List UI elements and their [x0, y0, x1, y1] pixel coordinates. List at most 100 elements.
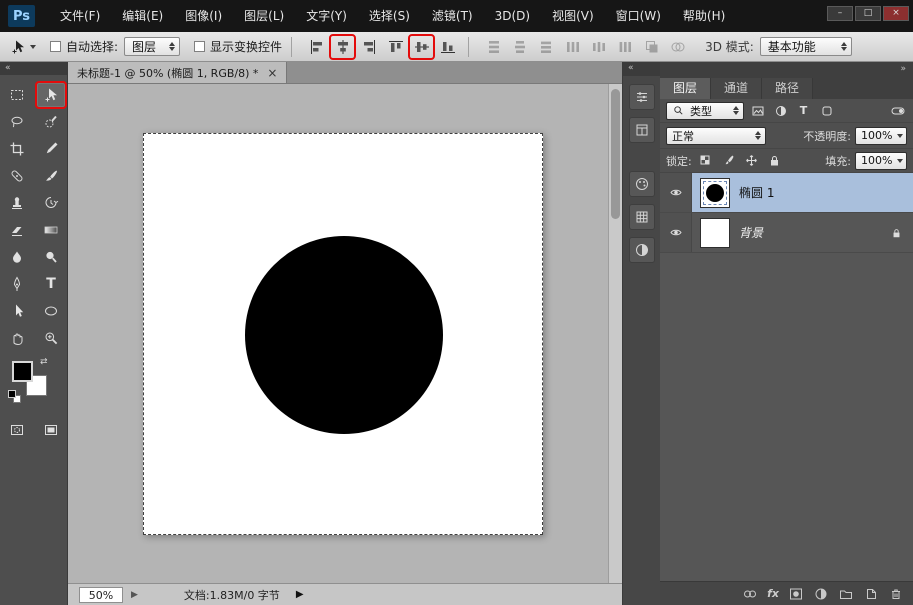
lasso-tool[interactable]	[3, 110, 31, 134]
filter-type-layers-button[interactable]: T	[794, 102, 813, 120]
status-options-arrow[interactable]: ▶	[296, 589, 304, 600]
move-tool[interactable]	[37, 83, 65, 107]
lock-position-button[interactable]	[742, 152, 761, 170]
gradient-tool[interactable]	[37, 218, 65, 242]
distribute-top-edges-button[interactable]	[482, 36, 505, 58]
scrollbar-thumb[interactable]	[611, 89, 620, 219]
delete-layer-button[interactable]	[888, 586, 904, 602]
zoom-level-field[interactable]: 50%	[79, 587, 123, 603]
screen-mode-button[interactable]	[37, 418, 65, 442]
menu-3d[interactable]: 3D(D)	[484, 0, 541, 32]
menu-layer[interactable]: 图层(L)	[233, 0, 295, 32]
canvas[interactable]	[143, 133, 543, 535]
ellipse-shape[interactable]	[245, 236, 443, 434]
document-tab[interactable]: 未标题-1 @ 50% (椭圆 1, RGB/8) * ×	[68, 62, 287, 83]
quick-selection-tool[interactable]	[37, 110, 65, 134]
auto-align-layers-button[interactable]	[640, 36, 663, 58]
layer-thumbnail[interactable]	[700, 178, 730, 208]
swap-colors-icon[interactable]: ⇄	[40, 357, 48, 367]
new-group-button[interactable]	[838, 586, 854, 602]
tab-close-icon[interactable]: ×	[267, 67, 277, 79]
filter-toggle-switch[interactable]	[888, 102, 907, 120]
tab-layers[interactable]: 图层	[660, 78, 711, 99]
opacity-dropdown[interactable]: 100%	[855, 127, 907, 145]
menu-window[interactable]: 窗口(W)	[605, 0, 672, 32]
align-bottom-edges-button[interactable]	[436, 36, 459, 58]
3d-mode-dropdown[interactable]: 基本功能	[760, 37, 852, 56]
new-layer-button[interactable]	[863, 586, 879, 602]
new-adjustment-layer-button[interactable]	[813, 586, 829, 602]
dodge-tool[interactable]	[37, 245, 65, 269]
distribute-left-edges-button[interactable]	[561, 36, 584, 58]
filter-kind-dropdown[interactable]: 类型	[666, 102, 744, 120]
dock-icon-color[interactable]	[629, 171, 655, 197]
lock-transparency-button[interactable]	[696, 152, 715, 170]
toolbox-collapse-handle[interactable]: «	[0, 62, 67, 75]
dock-icon-swatches[interactable]	[629, 204, 655, 230]
layer-row-ellipse[interactable]: 椭圆 1	[660, 173, 913, 213]
dock-icon-properties[interactable]	[629, 84, 655, 110]
eraser-tool[interactable]	[3, 218, 31, 242]
menu-type[interactable]: 文字(Y)	[295, 0, 358, 32]
link-layers-button[interactable]	[742, 586, 758, 602]
path-selection-tool[interactable]	[3, 299, 31, 323]
filter-adjustment-layers-button[interactable]	[771, 102, 790, 120]
distribute-right-edges-button[interactable]	[613, 36, 636, 58]
align-right-edges-button[interactable]	[357, 36, 380, 58]
tab-paths[interactable]: 路径	[762, 78, 813, 99]
layer-style-button[interactable]: fx	[767, 587, 779, 600]
layer-thumbnail[interactable]	[700, 218, 730, 248]
auto-select-dropdown[interactable]: 图层	[124, 37, 180, 56]
layer-row-main[interactable]: 背景	[692, 213, 913, 252]
rectangular-marquee-tool[interactable]	[3, 83, 31, 107]
crop-tool[interactable]	[3, 137, 31, 161]
menu-help[interactable]: 帮助(H)	[672, 0, 736, 32]
visibility-cell[interactable]	[660, 173, 692, 212]
align-left-edges-button[interactable]	[305, 36, 328, 58]
align-top-edges-button[interactable]	[384, 36, 407, 58]
minimize-button[interactable]: –	[827, 6, 853, 21]
blend-mode-dropdown[interactable]: 正常	[666, 127, 766, 145]
filter-shape-layers-button[interactable]	[817, 102, 836, 120]
filter-pixel-layers-button[interactable]	[748, 102, 767, 120]
maximize-button[interactable]: □	[855, 6, 881, 21]
quick-mask-mode-button[interactable]	[3, 418, 31, 442]
close-button[interactable]: ×	[883, 6, 909, 21]
tab-channels[interactable]: 通道	[711, 78, 762, 99]
type-tool[interactable]: T	[37, 272, 65, 296]
distribute-vertical-centers-button[interactable]	[508, 36, 531, 58]
foreground-color-swatch[interactable]	[12, 361, 33, 382]
panel-collapse-handle[interactable]: »	[660, 62, 913, 78]
dock-icon-info[interactable]	[629, 117, 655, 143]
spot-healing-brush-tool[interactable]	[3, 164, 31, 188]
layer-row-background[interactable]: 背景	[660, 213, 913, 253]
clone-stamp-tool[interactable]	[3, 191, 31, 215]
pen-tool[interactable]	[3, 272, 31, 296]
add-layer-mask-button[interactable]	[788, 586, 804, 602]
align-vertical-centers-button[interactable]	[410, 36, 433, 58]
zoom-tool[interactable]	[37, 326, 65, 350]
visibility-cell[interactable]	[660, 213, 692, 252]
layer-row-main[interactable]: 椭圆 1	[692, 173, 913, 212]
show-transform-checkbox[interactable]	[194, 41, 205, 52]
distribute-horizontal-centers-button[interactable]	[587, 36, 610, 58]
ellipse-shape-tool[interactable]	[37, 299, 65, 323]
menu-image[interactable]: 图像(I)	[174, 0, 233, 32]
distribute-bottom-edges-button[interactable]	[534, 36, 557, 58]
default-foreground-swatch[interactable]	[8, 390, 16, 398]
align-horizontal-centers-button[interactable]	[331, 36, 354, 58]
layer-name[interactable]: 椭圆 1	[739, 184, 774, 201]
menu-filter[interactable]: 滤镜(T)	[421, 0, 484, 32]
lock-pixels-button[interactable]	[719, 152, 738, 170]
auto-blend-layers-button[interactable]	[666, 36, 689, 58]
layer-name[interactable]: 背景	[739, 224, 763, 241]
menu-file[interactable]: 文件(F)	[49, 0, 111, 32]
dock-expand-handle[interactable]: «	[623, 62, 660, 76]
menu-select[interactable]: 选择(S)	[358, 0, 421, 32]
brush-tool[interactable]	[37, 164, 65, 188]
auto-select-checkbox[interactable]	[50, 41, 61, 52]
history-brush-tool[interactable]	[37, 191, 65, 215]
menu-view[interactable]: 视图(V)	[541, 0, 605, 32]
blur-tool[interactable]	[3, 245, 31, 269]
hand-tool[interactable]	[3, 326, 31, 350]
